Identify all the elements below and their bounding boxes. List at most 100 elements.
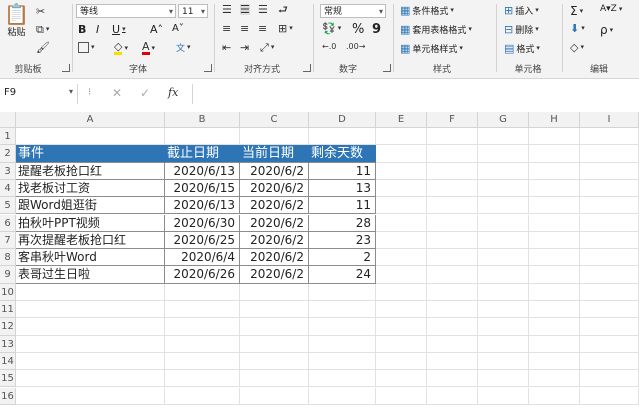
cell[interactable] [240,301,309,319]
cell[interactable] [309,283,376,301]
cell[interactable] [427,352,478,371]
cell[interactable] [529,162,580,180]
align-right-button[interactable]: ≡ [258,23,267,34]
cell[interactable] [309,352,376,371]
borders-button[interactable]: ▾ [78,42,95,53]
column-header[interactable]: G [478,112,529,128]
row-header[interactable]: 3 [0,162,16,180]
cell[interactable] [165,370,240,388]
row-header[interactable]: 10 [0,283,16,301]
align-left-button[interactable]: ≡ [222,23,231,34]
cell[interactable] [529,197,580,215]
alignment-launcher[interactable] [303,64,311,72]
table-cell[interactable]: 28 [309,214,376,232]
cell[interactable] [529,387,580,405]
conditional-format-button[interactable]: ▦ 条件格式 ▾ [400,4,454,17]
cell[interactable] [529,301,580,319]
copy-button[interactable]: ⧉ ▾ [36,24,49,35]
table-cell[interactable]: 跟Word姐逛街 [16,197,165,215]
clipboard-launcher[interactable] [62,64,70,72]
cell[interactable] [580,197,639,215]
format-cells-button[interactable]: ▤ 格式 ▾ [504,42,540,55]
row-header[interactable]: 5 [0,197,16,215]
cell[interactable] [427,162,478,180]
column-header[interactable]: H [529,112,580,128]
cell[interactable] [16,352,165,371]
cell[interactable] [376,370,427,388]
cell[interactable] [427,387,478,405]
number-launcher[interactable] [383,64,391,72]
cell[interactable] [580,318,639,336]
cell[interactable] [529,352,580,371]
cell[interactable] [529,128,580,146]
cell[interactable] [376,214,427,232]
table-cell[interactable]: 2020/6/13 [165,197,240,215]
fill-color-button[interactable]: ◇ ▾ [114,41,128,55]
cell[interactable] [478,145,529,163]
column-header[interactable]: D [309,112,376,128]
format-as-table-button[interactable]: ▦ 套用表格格式 ▾ [400,23,472,36]
cell[interactable] [376,283,427,301]
cell[interactable] [309,318,376,336]
cell[interactable] [580,283,639,301]
cell[interactable] [376,301,427,319]
cell[interactable] [165,318,240,336]
cell[interactable] [478,197,529,215]
cell-styles-button[interactable]: ▦ 单元格样式 ▾ [400,42,463,55]
table-cell[interactable]: 客串秋叶Word [16,249,165,267]
increase-decimal-button[interactable]: ←.0 [322,43,336,51]
table-cell[interactable]: 2020/6/15 [165,179,240,198]
table-cell[interactable]: 拍秋叶PPT视频 [16,214,165,232]
currency-button[interactable]: 💱 ▾ [322,23,341,34]
cancel-icon[interactable]: ✕ [112,86,122,100]
row-header[interactable]: 12 [0,318,16,336]
table-cell[interactable]: 找老板讨工资 [16,179,165,198]
cell[interactable] [478,301,529,319]
sort-filter-button[interactable]: A▾Z ▾ [600,4,622,14]
underline-button[interactable]: U ▾ [112,23,126,36]
cell[interactable] [427,370,478,388]
row-header[interactable]: 14 [0,352,16,371]
table-cell[interactable]: 2020/6/2 [240,179,309,198]
wrap-text-button[interactable]: ⮐ [278,4,288,15]
cell[interactable] [427,249,478,267]
cell[interactable] [580,301,639,319]
table-header-cell[interactable]: 截止日期 [165,145,240,163]
cell[interactable] [478,318,529,336]
cell[interactable] [309,370,376,388]
table-cell[interactable]: 2020/6/4 [165,249,240,267]
cell[interactable] [16,335,165,353]
cell[interactable] [16,370,165,388]
cut-button[interactable]: ✂ [36,6,45,17]
font-launcher[interactable] [204,64,212,72]
cell[interactable] [240,387,309,405]
clear-button[interactable]: ◇ ▾ [570,42,584,53]
percent-button[interactable]: % [352,22,364,37]
cell[interactable] [376,318,427,336]
cell[interactable] [240,128,309,146]
table-cell[interactable]: 23 [309,231,376,250]
row-header[interactable]: 2 [0,145,16,163]
cell[interactable] [16,283,165,301]
column-header[interactable]: A [16,112,165,128]
font-size-select[interactable]: 11 ▾ [178,4,208,18]
cell[interactable] [16,387,165,405]
cell[interactable] [165,128,240,146]
cell[interactable] [529,214,580,232]
cell[interactable] [427,301,478,319]
cell[interactable] [240,318,309,336]
cell[interactable] [427,197,478,215]
cell[interactable] [580,387,639,405]
cell[interactable] [478,231,529,250]
cell[interactable] [478,214,529,232]
cell[interactable] [478,352,529,371]
cell[interactable] [240,352,309,371]
table-cell[interactable]: 2020/6/2 [240,266,309,284]
table-cell[interactable]: 2020/6/2 [240,214,309,232]
cell[interactable] [309,335,376,353]
cell[interactable] [529,318,580,336]
font-name-select[interactable]: 等线 ▾ [76,4,176,18]
cell[interactable] [478,162,529,180]
table-cell[interactable]: 2020/6/2 [240,162,309,180]
merge-center-button[interactable]: ⊞ ▾ [278,23,293,34]
